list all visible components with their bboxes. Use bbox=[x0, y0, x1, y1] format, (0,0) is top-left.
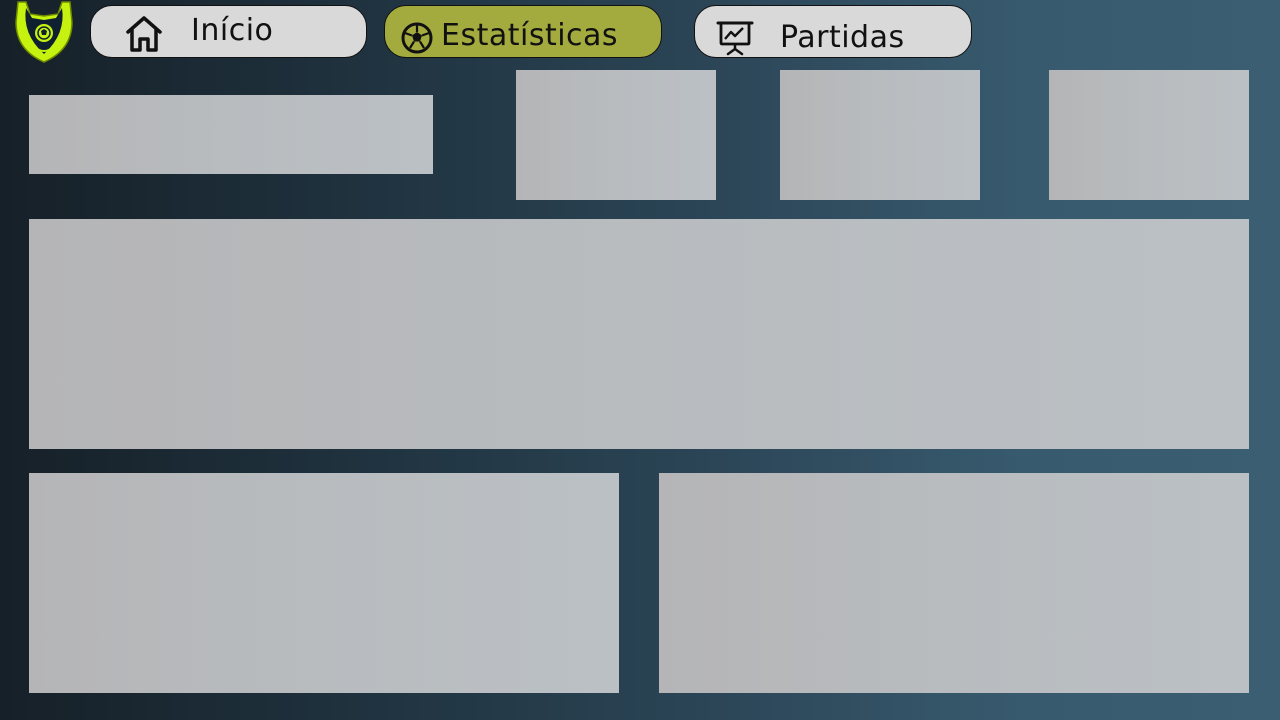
nav-button-estatisticas[interactable]: Estatísticas bbox=[384, 5, 662, 58]
nav-button-inicio[interactable]: Início bbox=[90, 5, 367, 58]
nav-label-inicio: Início bbox=[191, 13, 274, 48]
home-icon bbox=[124, 15, 164, 53]
stat-card-3 bbox=[1049, 70, 1249, 200]
main-chart-panel bbox=[29, 219, 1249, 449]
stat-card-2 bbox=[780, 70, 980, 200]
presentation-chart-icon bbox=[716, 20, 754, 56]
filter-panel-placeholder bbox=[29, 95, 433, 174]
nav-button-partidas[interactable]: Partidas bbox=[694, 5, 972, 58]
soccer-ball-icon bbox=[401, 22, 433, 54]
stat-card-1 bbox=[516, 70, 716, 200]
bottom-right-panel bbox=[659, 473, 1249, 693]
nav-label-partidas: Partidas bbox=[780, 20, 905, 55]
trophy-logo-icon bbox=[15, 1, 73, 63]
championship-logo[interactable] bbox=[12, 0, 76, 64]
nav-label-estatisticas: Estatísticas bbox=[441, 18, 619, 53]
bottom-left-panel bbox=[29, 473, 619, 693]
